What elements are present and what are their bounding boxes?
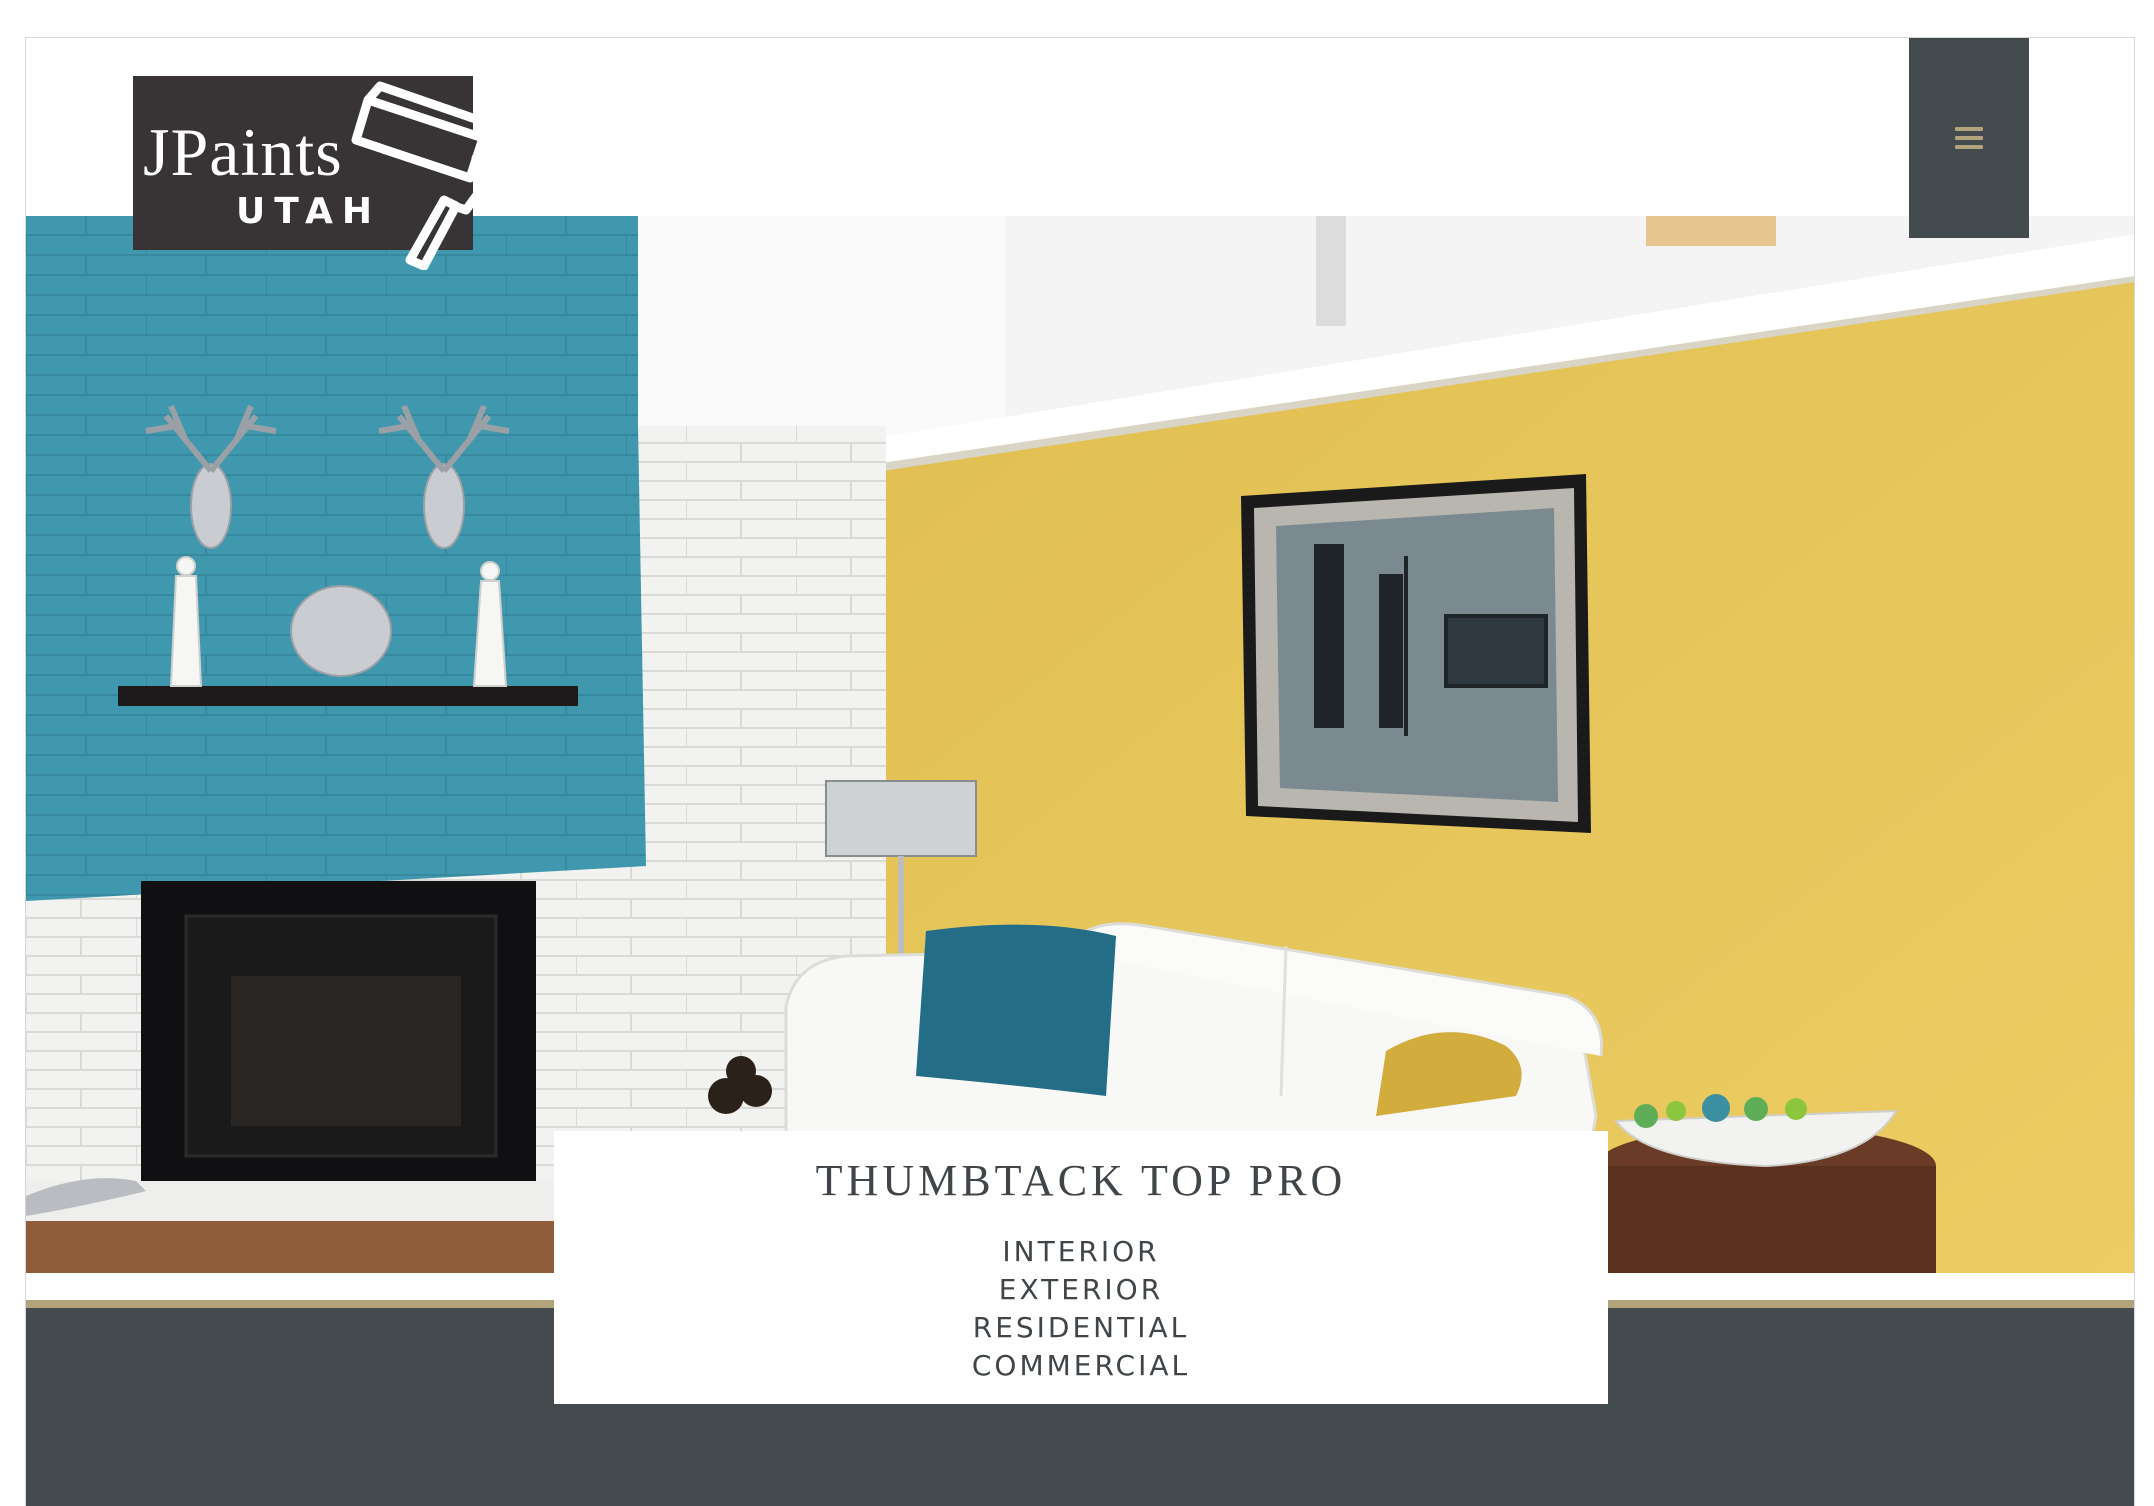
hamburger-icon [1955, 127, 1983, 149]
service-item-interior: INTERIOR [1002, 1235, 1160, 1268]
hero-info-card: THUMBTACK TOP PRO INTERIOR EXTERIOR RESI… [554, 1131, 1608, 1404]
site-logo[interactable]: JPaints UTAH [133, 76, 503, 270]
service-item-commercial: COMMERCIAL [971, 1349, 1191, 1382]
logo-wordmark: JPaints [143, 114, 343, 190]
paint-roller-icon [351, 81, 503, 270]
service-item-exterior: EXTERIOR [998, 1273, 1164, 1306]
services-list: INTERIOR EXTERIOR RESIDENTIAL COMMERCIAL [554, 1233, 1608, 1385]
card-title: THUMBTACK TOP PRO [815, 1156, 1347, 1205]
service-item-residential: RESIDENTIAL [972, 1311, 1190, 1344]
living-room-photo [26, 216, 2134, 1273]
hero-image [26, 216, 2134, 1273]
page-frame: JPaints UTAH THUMBTACK TOP PRO INTERIOR … [25, 37, 2135, 1506]
menu-button[interactable] [1909, 38, 2029, 238]
